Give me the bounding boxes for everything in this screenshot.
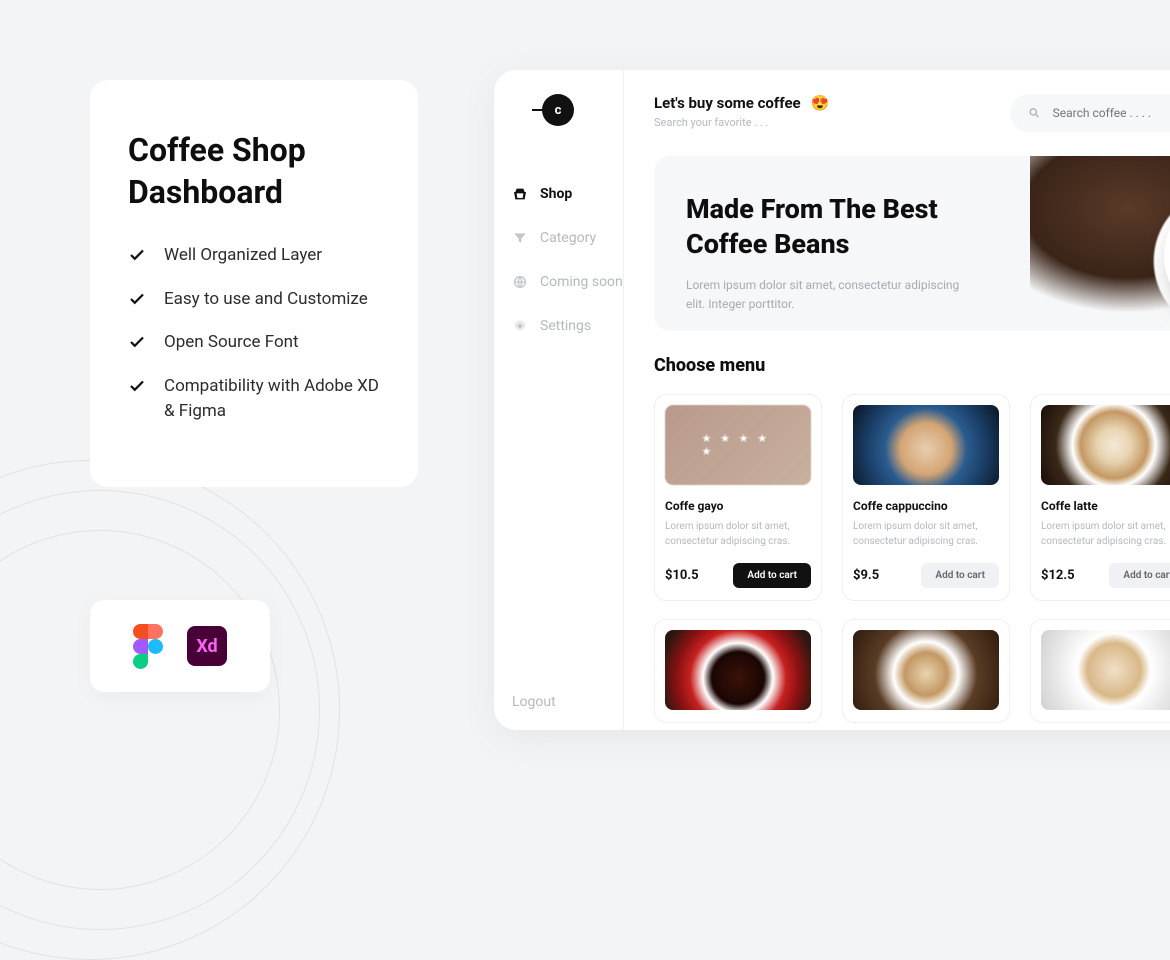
product-description: Lorem ipsum dolor sit amet, consectetur …: [1041, 519, 1170, 549]
product-footer: $10.5 Add to cart: [665, 563, 811, 588]
product-image: [1041, 405, 1170, 485]
menu-heading: Choose menu: [654, 355, 765, 376]
sidebar-nav: Shop Category Coming soon Settings: [494, 172, 623, 348]
product-grid: ★ ★ ★ ★ ★ Coffe gayo Lorem ipsum dolor s…: [654, 394, 1170, 601]
add-to-cart-button[interactable]: Add to cart: [921, 563, 999, 588]
gear-icon: [512, 318, 528, 334]
adobe-xd-icon: Xd: [187, 626, 227, 666]
promo-feature-item: Open Source Font: [128, 330, 380, 356]
filter-icon: [512, 230, 528, 246]
promo-feature-text: Well Organized Layer: [164, 243, 322, 269]
menu-header: Choose menu 128 it: [654, 355, 1170, 376]
tools-card: Xd: [90, 600, 270, 692]
product-image: [665, 630, 811, 710]
logout-label: Logout: [512, 694, 556, 710]
product-image: [853, 630, 999, 710]
sidebar: c Shop Category Coming soon Settings Log…: [494, 70, 624, 730]
add-to-cart-button[interactable]: Add to cart: [1109, 563, 1170, 588]
product-name: Coffe cappuccino: [853, 499, 999, 513]
check-icon: [128, 246, 146, 264]
product-card[interactable]: Coffe cappuccino Lorem ipsum dolor sit a…: [842, 394, 1010, 601]
greeting-title: Let's buy some coffee 😍: [654, 94, 829, 112]
product-image: [853, 405, 999, 485]
add-to-cart-button[interactable]: Add to cart: [733, 563, 811, 588]
hero-coffee-image: [1030, 156, 1170, 331]
product-grid-row2: [654, 619, 1170, 723]
check-icon: [128, 290, 146, 308]
product-price: $10.5: [665, 568, 699, 583]
topbar: Let's buy some coffee 😍 Search your favo…: [654, 94, 1170, 132]
logo-letter: c: [555, 103, 562, 118]
sidebar-item-coming-soon[interactable]: Coming soon: [512, 260, 623, 304]
check-icon: [128, 333, 146, 351]
product-image: [1041, 630, 1170, 710]
logout-link[interactable]: Logout: [494, 694, 623, 710]
main-content: Let's buy some coffee 😍 Search your favo…: [624, 70, 1170, 730]
basket-icon: [512, 186, 528, 202]
xd-label: Xd: [196, 636, 217, 657]
promo-card: Coffee Shop Dashboard Well Organized Lay…: [90, 80, 418, 487]
product-card[interactable]: ★ ★ ★ ★ ★ Coffe gayo Lorem ipsum dolor s…: [654, 394, 822, 601]
hero-title: Made From The Best Coffee Beans: [686, 192, 986, 262]
product-footer: $12.5 Add to cart: [1041, 563, 1170, 588]
product-card[interactable]: Coffe latte Lorem ipsum dolor sit amet, …: [1030, 394, 1170, 601]
globe-icon: [512, 274, 528, 290]
promo-feature-text: Open Source Font: [164, 330, 299, 356]
product-description: Lorem ipsum dolor sit amet, consectetur …: [665, 519, 811, 549]
product-card[interactable]: [654, 619, 822, 723]
product-price: $12.5: [1041, 568, 1075, 583]
sidebar-item-label: Settings: [540, 318, 591, 334]
product-footer: $9.5 Add to cart: [853, 563, 999, 588]
search-icon: [1028, 106, 1041, 120]
sidebar-item-category[interactable]: Category: [512, 216, 623, 260]
app-logo[interactable]: c: [542, 94, 574, 126]
promo-feature-text: Easy to use and Customize: [164, 287, 368, 313]
sidebar-item-label: Category: [540, 230, 596, 246]
product-card[interactable]: [1030, 619, 1170, 723]
figma-icon: [133, 624, 163, 668]
product-image: ★ ★ ★ ★ ★: [665, 405, 811, 485]
product-price: $9.5: [853, 568, 879, 583]
greeting-text: Let's buy some coffee: [654, 94, 801, 112]
star-rating-icon: ★ ★ ★ ★ ★: [702, 432, 775, 458]
search-input[interactable]: [1053, 106, 1170, 120]
promo-feature-list: Well Organized Layer Easy to use and Cus…: [128, 243, 380, 425]
promo-feature-item: Compatibility with Adobe XD & Figma: [128, 374, 380, 425]
product-description: Lorem ipsum dolor sit amet, consectetur …: [853, 519, 999, 549]
promo-feature-text: Compatibility with Adobe XD & Figma: [164, 374, 380, 425]
product-name: Coffe latte: [1041, 499, 1170, 513]
promo-feature-item: Well Organized Layer: [128, 243, 380, 269]
product-name: Coffe gayo: [665, 499, 811, 513]
promo-title: Coffee Shop Dashboard: [128, 130, 380, 213]
greeting-block: Let's buy some coffee 😍 Search your favo…: [654, 94, 829, 129]
check-icon: [128, 377, 146, 395]
sidebar-item-label: Coming soon: [540, 274, 623, 290]
promo-feature-item: Easy to use and Customize: [128, 287, 380, 313]
sidebar-item-shop[interactable]: Shop: [512, 172, 623, 216]
greeting-subtitle: Search your favorite . . .: [654, 116, 829, 129]
hero-banner: Made From The Best Coffee Beans Lorem ip…: [654, 156, 1170, 331]
search-box[interactable]: [1010, 94, 1170, 132]
product-card[interactable]: [842, 619, 1010, 723]
sidebar-item-label: Shop: [540, 186, 572, 202]
heart-eyes-emoji: 😍: [811, 94, 830, 112]
hero-body: Lorem ipsum dolor sit amet, consectetur …: [686, 276, 966, 314]
dashboard-app: c Shop Category Coming soon Settings Log…: [494, 70, 1170, 730]
sidebar-item-settings[interactable]: Settings: [512, 304, 623, 348]
